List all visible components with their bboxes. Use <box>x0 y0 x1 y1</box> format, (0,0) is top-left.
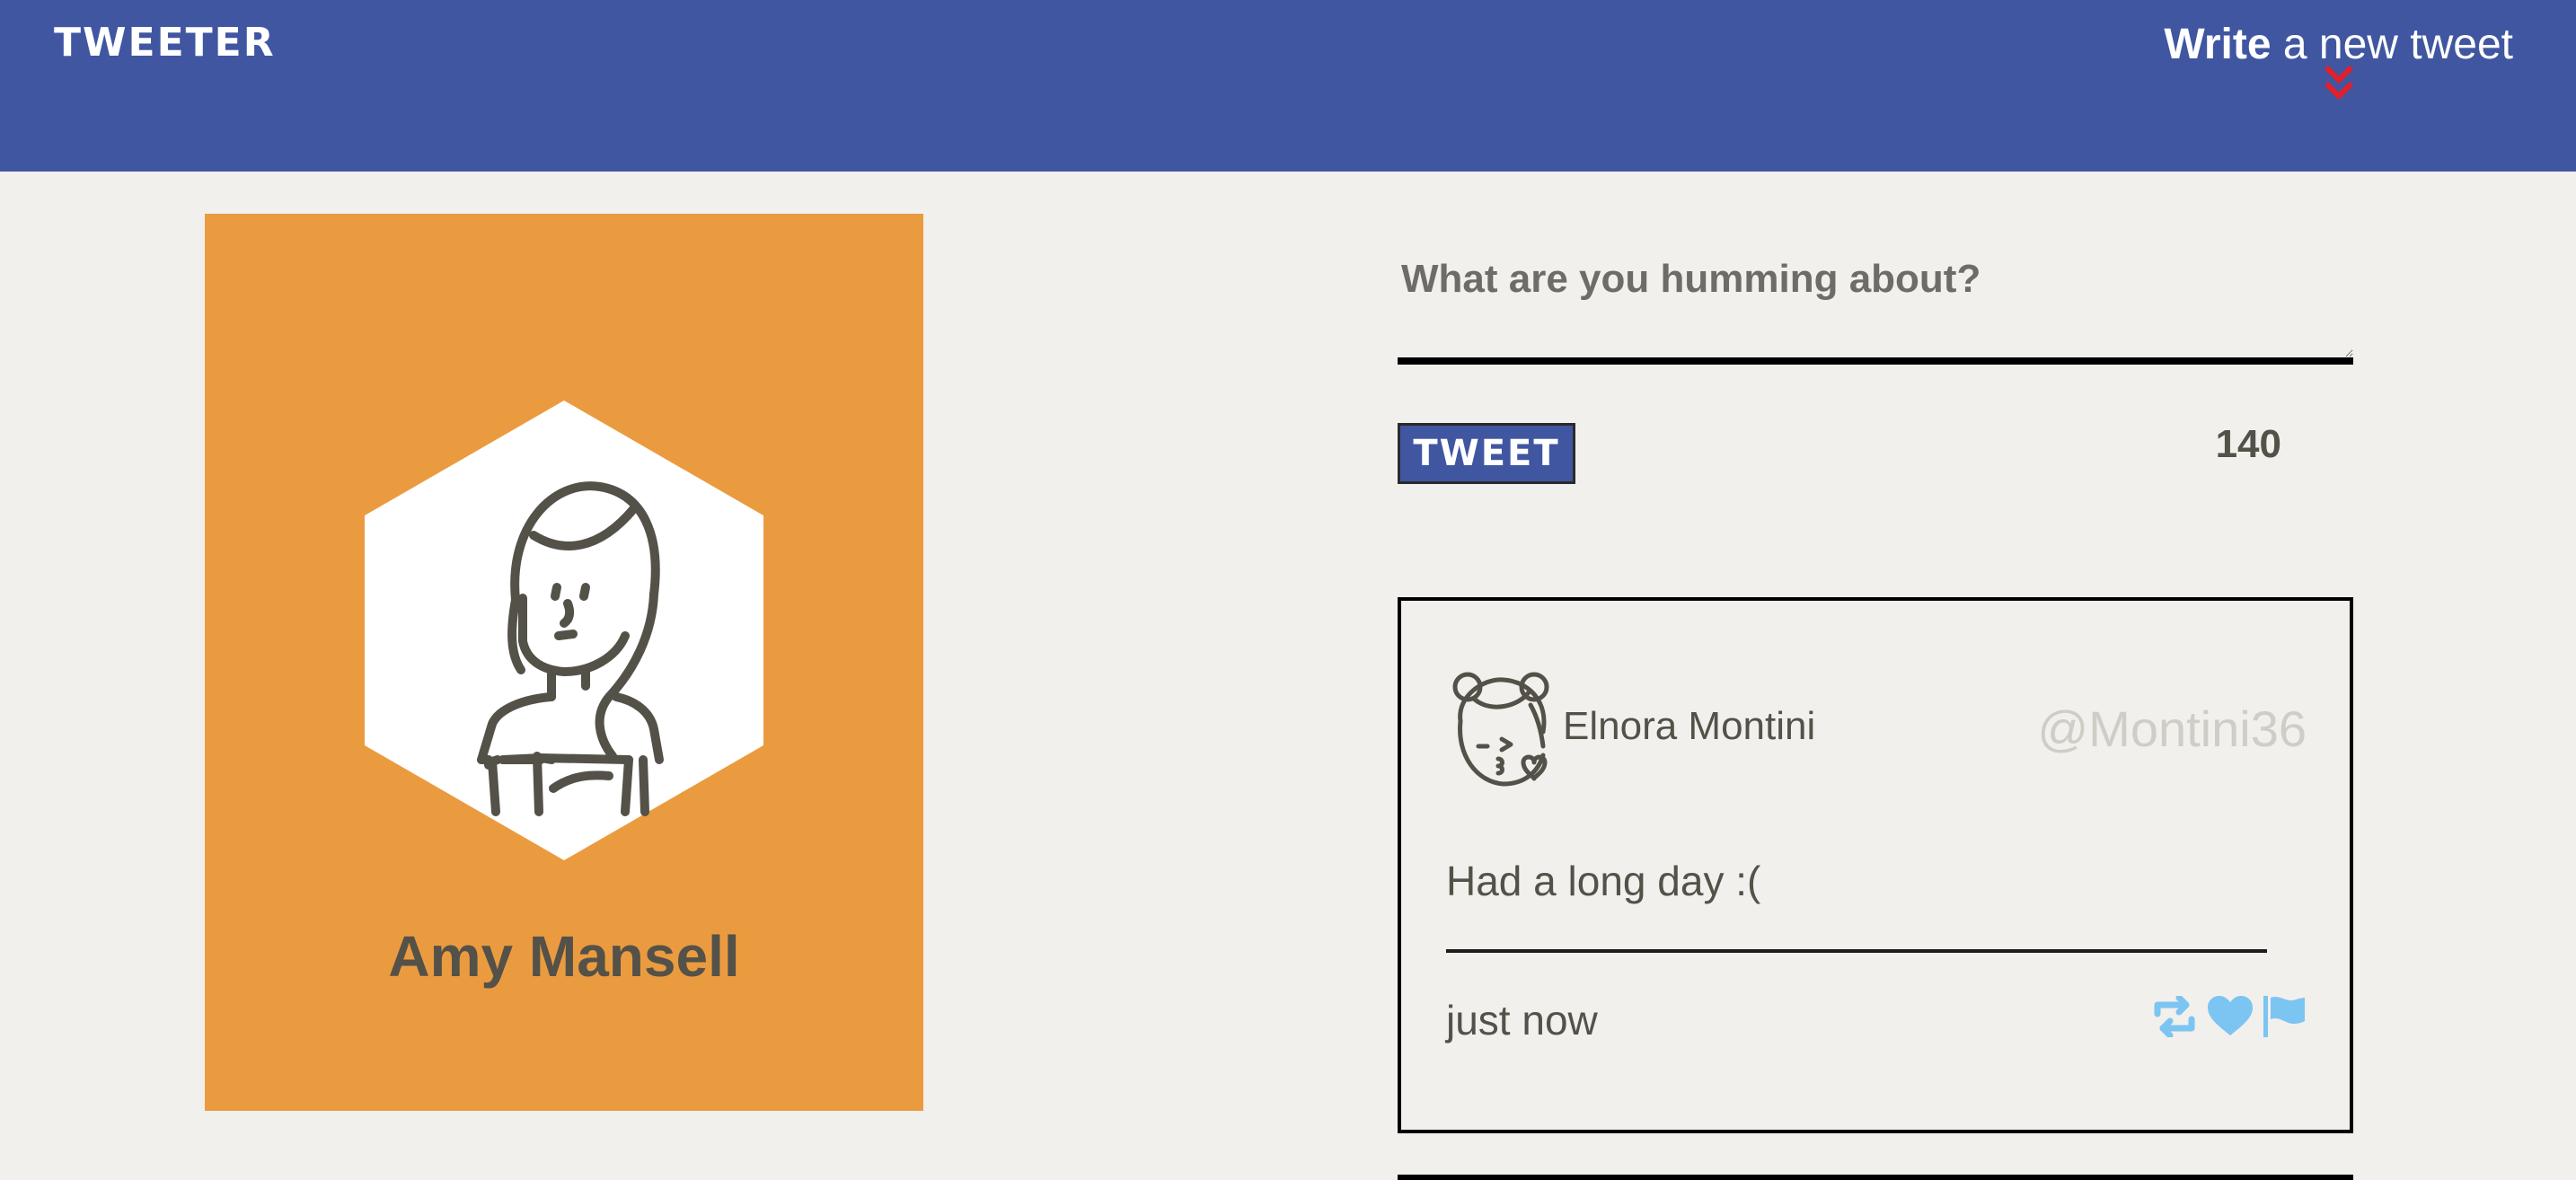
woman-avatar-icon <box>365 401 763 860</box>
flag-icon[interactable] <box>2262 994 2307 1039</box>
compose-toggle-bold: Write <box>2164 21 2272 68</box>
tweet-submit-button[interactable]: TWEET <box>1398 423 1575 484</box>
profile-name: Amy Mansell <box>388 924 740 989</box>
profile-card: Amy Mansell <box>205 214 923 1111</box>
compose-toggle-rest: a new tweet <box>2271 21 2513 68</box>
tweet-textarea[interactable] <box>1398 241 2353 365</box>
top-navbar: TWEETER Write a new tweet <box>0 0 2576 172</box>
character-counter: 140 <box>2215 422 2281 466</box>
tweet-card: Elnora Montini @Montini36 Had a long day… <box>1398 597 2353 1133</box>
next-tweet-border <box>1398 1175 2353 1180</box>
app-logo[interactable]: TWEETER <box>54 20 276 66</box>
double-chevron-down-icon <box>2324 65 2353 101</box>
tweet-divider <box>1446 949 2267 953</box>
girl-kiss-avatar-icon <box>1452 672 1549 787</box>
retweet-icon[interactable] <box>2150 996 2199 1037</box>
write-new-tweet-toggle[interactable]: Write a new tweet <box>2164 20 2513 103</box>
new-tweet-form <box>1398 241 2353 368</box>
tweet-author-name: Elnora Montini <box>1563 704 1816 748</box>
tweet-author-handle: @Montini36 <box>2037 700 2307 757</box>
heart-icon[interactable] <box>2208 996 2253 1037</box>
tweet-actions <box>2150 994 2307 1039</box>
tweet-timestamp: just now <box>1446 997 1598 1044</box>
tweet-text: Had a long day :( <box>1446 858 1761 904</box>
